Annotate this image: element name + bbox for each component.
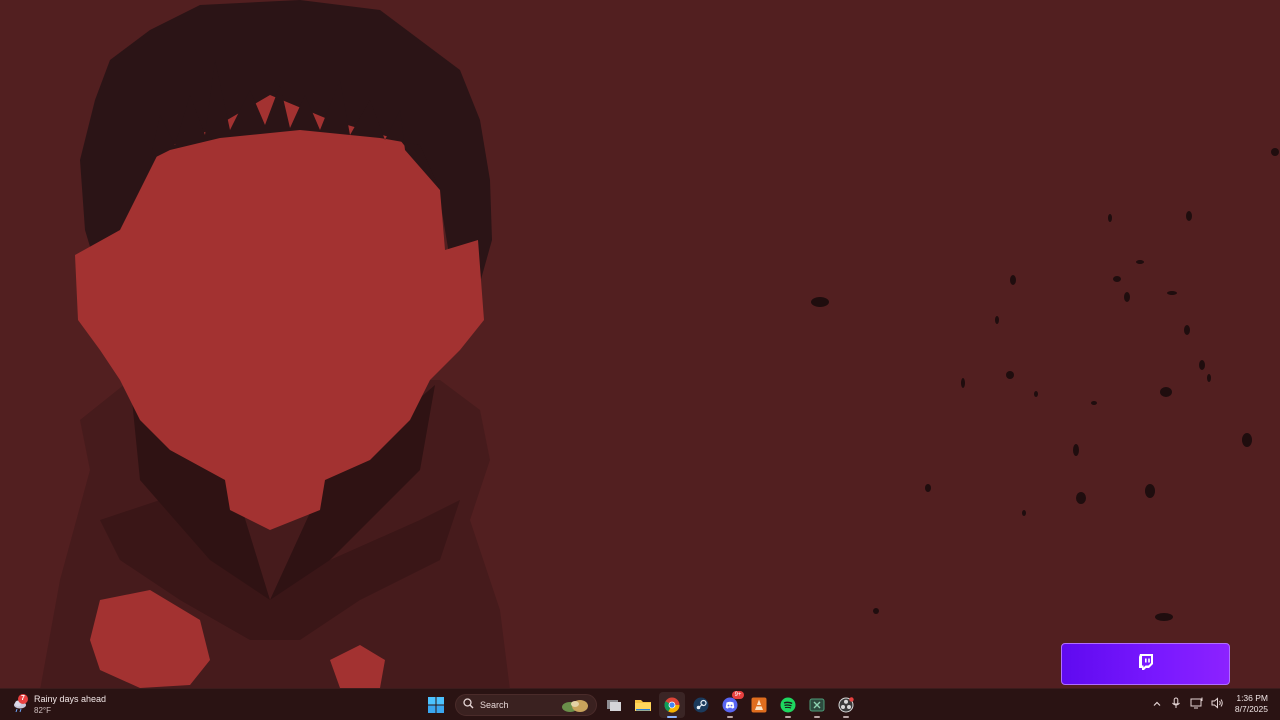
chrome-icon (664, 697, 680, 713)
desktop-wallpaper (0, 0, 1280, 688)
windows-logo-icon (428, 697, 444, 713)
running-indicator (727, 716, 733, 718)
search-box[interactable]: Search (455, 694, 597, 716)
weather-summary: Rainy days ahead (34, 694, 107, 704)
system-tray (1152, 693, 1224, 717)
running-indicator (843, 716, 849, 718)
running-indicator (785, 716, 791, 718)
spotify-button[interactable] (775, 692, 801, 718)
twitch-widget[interactable] (1061, 643, 1230, 685)
clock[interactable]: 1:36 PM 8/7/2025 (1235, 693, 1268, 715)
weather-alert-badge: 7 (18, 694, 28, 704)
volume-icon[interactable] (1211, 696, 1224, 714)
taskbar: 7 Rainy days ahead 82°F Search 9+ 1:36 P… (0, 688, 1280, 720)
running-indicator (667, 716, 677, 718)
twitch-icon (1136, 652, 1156, 677)
start-button[interactable] (423, 692, 449, 718)
search-highlight-icon (562, 700, 588, 712)
steam-icon (693, 697, 709, 713)
vlc-cone-icon (751, 697, 767, 713)
obs-button[interactable] (833, 692, 859, 718)
task-view-icon (607, 700, 621, 711)
discord-notification-badge: 9+ (732, 691, 744, 699)
taskbar-apps: Search 9+ (423, 691, 862, 718)
task-view-button[interactable] (601, 692, 627, 718)
search-icon (463, 696, 474, 714)
microphone-icon[interactable] (1170, 696, 1182, 714)
chevron-up-icon[interactable] (1152, 696, 1162, 714)
file-explorer-button[interactable] (630, 692, 656, 718)
display-icon[interactable] (1190, 696, 1203, 714)
clock-time: 1:36 PM (1236, 693, 1268, 703)
chrome-button[interactable] (659, 692, 685, 718)
clock-date: 8/7/2025 (1234, 704, 1268, 714)
rain-cloud-icon: 7 (12, 694, 28, 713)
discord-button[interactable]: 9+ (717, 691, 744, 718)
running-indicator (814, 716, 820, 718)
spotify-icon (780, 697, 796, 713)
obs-icon (838, 697, 854, 713)
xbox-app-button[interactable] (804, 692, 830, 718)
search-placeholder: Search (480, 700, 509, 710)
weather-widget[interactable]: 7 Rainy days ahead 82°F (12, 691, 106, 719)
weather-temperature: 82°F (34, 706, 51, 715)
steam-button[interactable] (688, 692, 714, 718)
vlc-button[interactable] (746, 692, 772, 718)
xbox-icon (809, 698, 825, 712)
folder-icon (635, 700, 651, 711)
discord-icon (722, 697, 738, 713)
